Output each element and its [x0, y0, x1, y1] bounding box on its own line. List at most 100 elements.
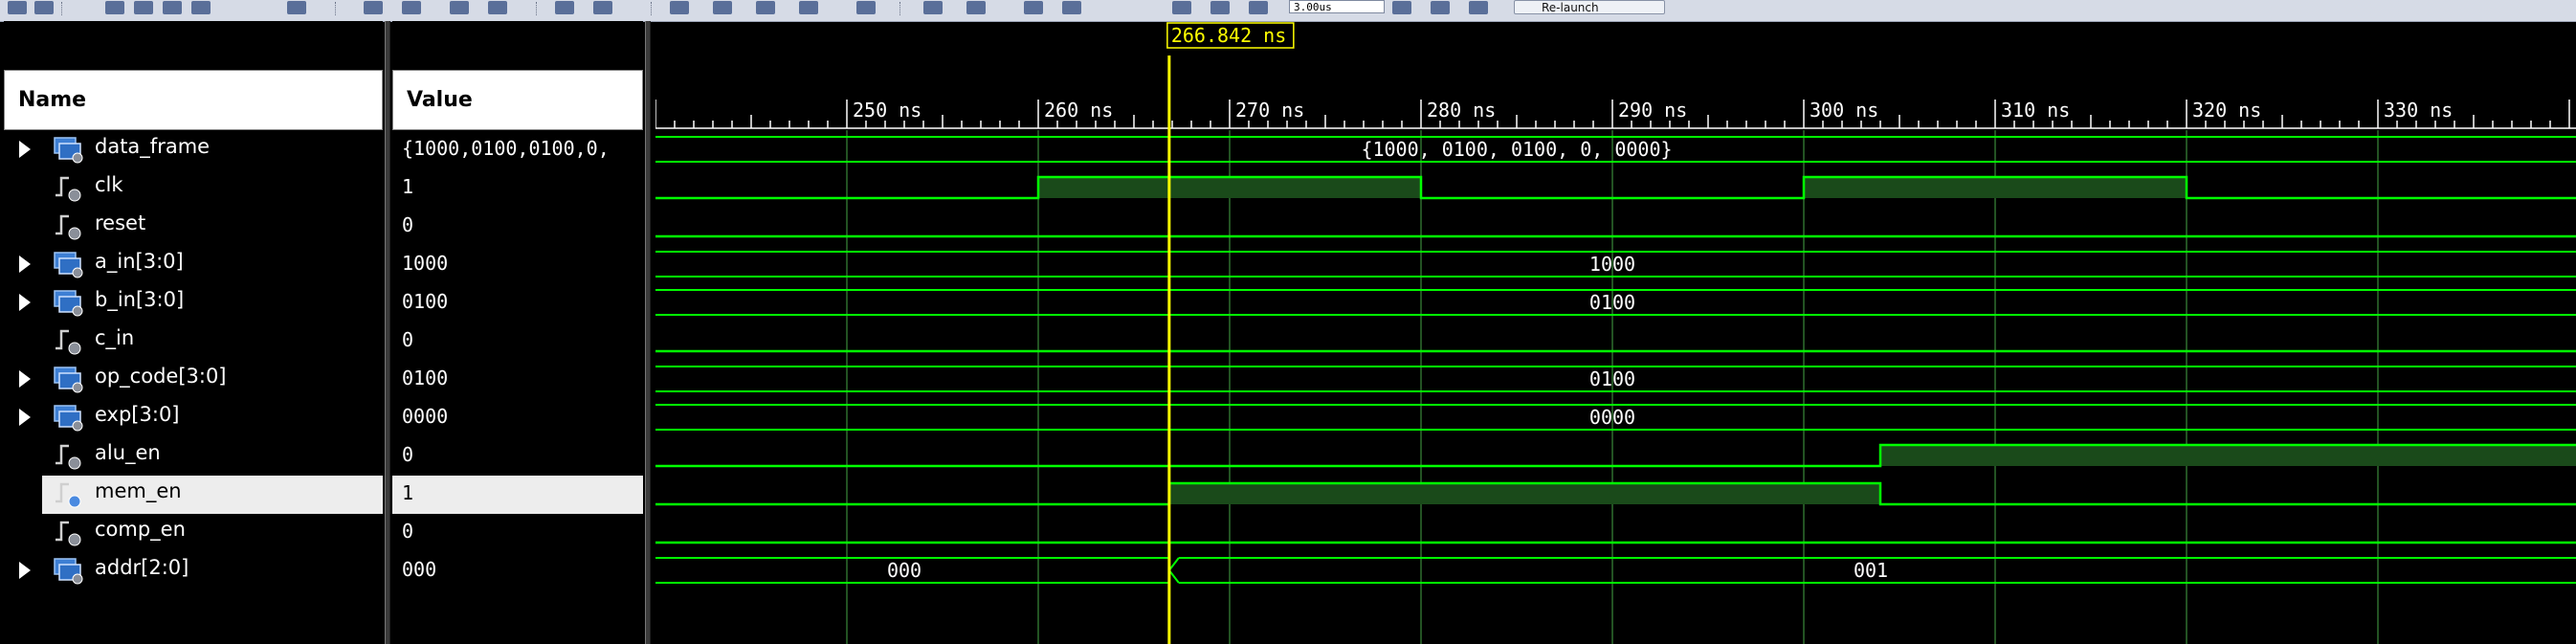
redo-icon[interactable]: [34, 1, 54, 14]
settings-icon[interactable]: [287, 1, 306, 14]
signal-value-row[interactable]: 1: [392, 169, 643, 208]
add-marker-icon[interactable]: [756, 1, 775, 14]
signal-name: addr[2:0]: [95, 556, 189, 579]
bus-signal-icon: [54, 252, 83, 278]
expand-arrow-icon[interactable]: [19, 370, 31, 388]
signal-row-exp[interactable]: exp[3:0]: [4, 399, 383, 437]
signal-row-a_in[interactable]: a_in[3:0]: [4, 246, 383, 284]
run-time-field[interactable]: 3.00us: [1289, 0, 1385, 13]
zoom-in-icon[interactable]: [364, 1, 383, 14]
expand-arrow-icon[interactable]: [19, 409, 31, 426]
restart-icon[interactable]: [923, 1, 943, 14]
bus-signal-icon: [54, 405, 83, 432]
time-tick-label: 270 ns: [1235, 99, 1304, 122]
expand-arrow-icon[interactable]: [19, 294, 31, 311]
signal-value-row[interactable]: 1000: [392, 246, 643, 284]
zoom-out-icon[interactable]: [402, 1, 421, 14]
time-tick-label: 320 ns: [2192, 99, 2261, 122]
bus-signal-icon: [54, 290, 83, 317]
time-tick-label: 260 ns: [1044, 99, 1113, 122]
zoom-full-icon[interactable]: [488, 1, 507, 14]
signal-value-row[interactable]: 0: [392, 208, 643, 246]
remove-marker-icon[interactable]: [799, 1, 818, 14]
signal-value-row[interactable]: 0: [392, 322, 643, 361]
expand-arrow-icon[interactable]: [19, 255, 31, 273]
bit-waveform: [655, 175, 2576, 200]
signal-value-row[interactable]: 0100: [392, 284, 643, 322]
signal-value-row[interactable]: 0: [392, 437, 643, 476]
bus-signal-icon: [54, 558, 83, 585]
signal-row-b_in[interactable]: b_in[3:0]: [4, 284, 383, 322]
signal-name: data_frame: [95, 135, 211, 158]
signal-value: 0100: [402, 366, 449, 389]
signal-value: 0000: [402, 405, 449, 428]
pane-splitter[interactable]: [645, 21, 651, 644]
signal-row-reset[interactable]: reset: [4, 208, 383, 246]
save-icon[interactable]: [1172, 1, 1191, 14]
signal-row-op_code[interactable]: op_code[3:0]: [4, 361, 383, 399]
pane-splitter[interactable]: [385, 21, 390, 644]
signal-row-comp_en[interactable]: comp_en: [4, 514, 383, 552]
signal-value-row[interactable]: 0000: [392, 399, 643, 437]
signal-value: 0100: [402, 290, 449, 313]
signal-row-data_frame[interactable]: data_frame: [4, 131, 383, 169]
toolbar-separator: [899, 2, 902, 15]
signal-high-fill: [1038, 177, 1421, 198]
signal-name: alu_en: [95, 441, 161, 464]
find-icon[interactable]: [105, 1, 124, 14]
signal-high-fill: [1804, 177, 2187, 198]
bit-signal-icon: [56, 329, 81, 355]
signal-name: comp_en: [95, 518, 186, 541]
time-unit-dropdown-icon[interactable]: [1392, 1, 1411, 14]
undo-icon[interactable]: [8, 1, 27, 14]
signal-value-row[interactable]: 000: [392, 552, 643, 590]
bus-transition: [1167, 557, 1180, 584]
step-icon[interactable]: [1024, 1, 1043, 14]
goto-cursor-icon[interactable]: [555, 1, 574, 14]
toolbar-separator: [651, 2, 654, 15]
signal-name: c_in: [95, 326, 135, 349]
bus-value-label: 001: [1854, 559, 1888, 582]
time-tick-label: 330 ns: [2384, 99, 2453, 122]
signal-value-row[interactable]: 0: [392, 514, 643, 552]
break-icon[interactable]: [1062, 1, 1081, 14]
pause-icon[interactable]: [1469, 1, 1488, 14]
bus-value-label: 0100: [1589, 367, 1635, 390]
signal-value-row[interactable]: 0100: [392, 361, 643, 399]
delete-icon[interactable]: [163, 1, 182, 14]
marker-icon[interactable]: [593, 1, 612, 14]
signal-value: 0: [402, 213, 414, 236]
run-for-icon[interactable]: [1249, 1, 1268, 14]
value-column-header[interactable]: Value: [392, 70, 643, 130]
signal-value-row[interactable]: {1000,0100,0100,0,: [392, 131, 643, 169]
waveform-viewer[interactable]: 250 ns 260 ns 270 ns 280 ns 290 ns 300 ns 310 …: [655, 21, 2576, 644]
expand-arrow-icon[interactable]: [19, 562, 31, 579]
pin-icon[interactable]: [191, 1, 211, 14]
swap-icon[interactable]: [856, 1, 876, 14]
relaunch-button[interactable]: Re-launch: [1514, 0, 1665, 14]
signal-row-addr[interactable]: addr[2:0]: [4, 552, 383, 590]
expand-arrow-icon[interactable]: [19, 141, 31, 158]
name-column-header[interactable]: Name: [4, 70, 383, 130]
bit-signal-icon: [56, 521, 81, 546]
signal-value: 0: [402, 443, 414, 466]
prev-transition-icon[interactable]: [670, 1, 689, 14]
signal-row-c_in[interactable]: c_in: [4, 322, 383, 361]
run-icon[interactable]: [1210, 1, 1230, 14]
find-next-icon[interactable]: [134, 1, 153, 14]
signal-value: 1: [402, 481, 414, 504]
signal-name: b_in[3:0]: [95, 288, 185, 311]
step-into-icon[interactable]: [1431, 1, 1450, 14]
time-tick-label: 290 ns: [1618, 99, 1687, 122]
bus-value-label: {1000, 0100, 0100, 0, 0000}: [1361, 138, 1672, 161]
next-transition-icon[interactable]: [713, 1, 732, 14]
signal-row-alu_en[interactable]: alu_en: [4, 437, 383, 476]
zoom-fit-icon[interactable]: [450, 1, 469, 14]
bus-value-label: 0000: [1589, 406, 1635, 429]
signal-value-row[interactable]: 1: [392, 476, 643, 514]
signal-row-mem_en[interactable]: mem_en: [42, 476, 383, 514]
signal-row-clk[interactable]: clk: [4, 169, 383, 208]
signal-value: 0: [402, 328, 414, 351]
time-tick-label: 250 ns: [853, 99, 922, 122]
run-all-icon[interactable]: [966, 1, 986, 14]
